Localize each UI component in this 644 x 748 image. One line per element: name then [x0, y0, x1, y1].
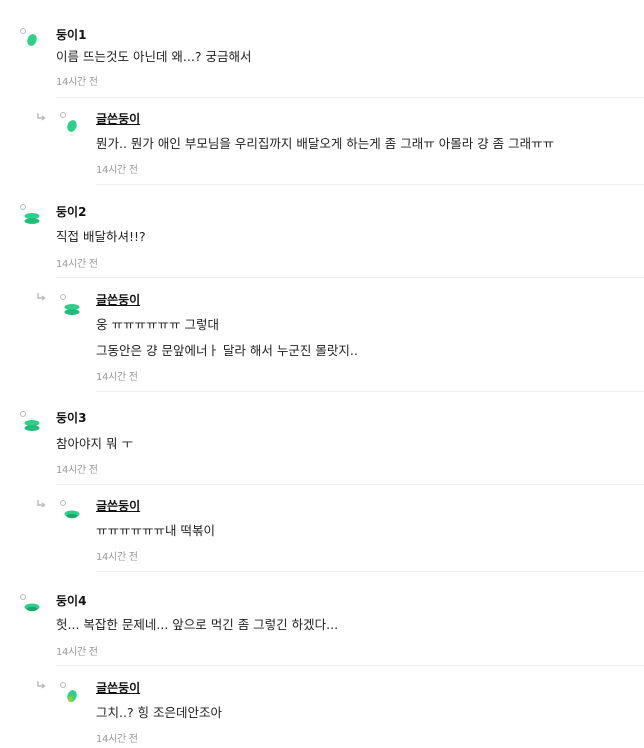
divider: [56, 277, 644, 278]
reply-text: 그치..? 힝 조은데안조아: [96, 705, 223, 720]
green-stack-icon: [24, 420, 40, 431]
comment-text: 참아야지 뭐 ㅜ: [56, 436, 133, 451]
comment-time: 14시간 전: [56, 465, 98, 476]
avatar[interactable]: [20, 594, 42, 616]
green-stack-icon: [24, 213, 40, 224]
divider: [96, 184, 644, 185]
avatar[interactable]: [60, 682, 82, 704]
reply-text: 뭔가.. 뭔가 애인 부모님을 우리집까지 배달오게 하는게 좀 그래ㅠ 아몰라…: [96, 136, 555, 151]
comment-text: 이름 뜨는것도 아닌데 왜...? 궁금해서: [56, 49, 252, 64]
reply-time: 14시간 전: [96, 552, 138, 563]
avatar-badge-icon: [20, 411, 26, 417]
avatar[interactable]: [60, 294, 82, 316]
avatar-badge-icon: [20, 204, 26, 210]
reply-arrow-icon: [37, 113, 46, 121]
avatar[interactable]: [60, 112, 82, 134]
reply-text: 그동안은 걍 문앞에너ㅏ 달라 해서 누군진 몰랏지..: [96, 343, 358, 358]
reply-author[interactable]: 글쓴둥이: [96, 679, 140, 696]
reply-arrow-icon: [37, 293, 46, 301]
reply-time: 14시간 전: [96, 734, 138, 745]
avatar[interactable]: [60, 500, 82, 522]
avatar[interactable]: [20, 28, 42, 50]
reply-arrow-icon: [37, 681, 46, 689]
comment-text: 직접 배달하셔!!?: [56, 229, 146, 244]
avatar-badge-icon: [20, 594, 26, 600]
divider: [56, 97, 644, 98]
avatar-badge-icon: [60, 500, 66, 506]
divider: [96, 571, 644, 572]
green-disc-icon: [64, 510, 80, 519]
avatar[interactable]: [20, 411, 42, 433]
green-disc-icon: [24, 603, 40, 612]
comment-author[interactable]: 둥이1: [56, 26, 86, 43]
comment-text: 헛... 복잡한 문제네... 앞으로 먹긴 좀 그렇긴 하겠다...: [56, 617, 339, 632]
divider: [56, 665, 644, 666]
comment-time: 14시간 전: [56, 259, 98, 270]
reply-author[interactable]: 글쓴둥이: [96, 497, 140, 514]
comment-author[interactable]: 둥이3: [56, 409, 86, 426]
comment-time: 14시간 전: [56, 77, 98, 88]
reply-time: 14시간 전: [96, 372, 138, 383]
reply-text: ㅠㅠㅠㅠㅠㅠ내 떡볶이: [96, 523, 215, 538]
green-blob-icon: [67, 120, 77, 132]
divider: [96, 391, 644, 392]
avatar-badge-icon: [60, 294, 66, 300]
green-blob-icon: [27, 34, 37, 46]
comment-author[interactable]: 둥이2: [56, 203, 86, 220]
reply-author[interactable]: 글쓴둥이: [96, 291, 140, 308]
divider: [56, 484, 644, 485]
reply-text: 웅 ㅠㅠㅠㅠㅠㅠ 그렇대: [96, 317, 219, 332]
comment-author[interactable]: 둥이4: [56, 592, 86, 609]
reply-arrow-icon: [37, 500, 46, 508]
reply-author[interactable]: 글쓴둥이: [96, 110, 140, 127]
avatar[interactable]: [20, 204, 42, 226]
green-blob-icon: [67, 690, 77, 702]
green-stack-icon: [64, 304, 80, 315]
reply-time: 14시간 전: [96, 165, 138, 176]
comment-time: 14시간 전: [56, 647, 98, 658]
